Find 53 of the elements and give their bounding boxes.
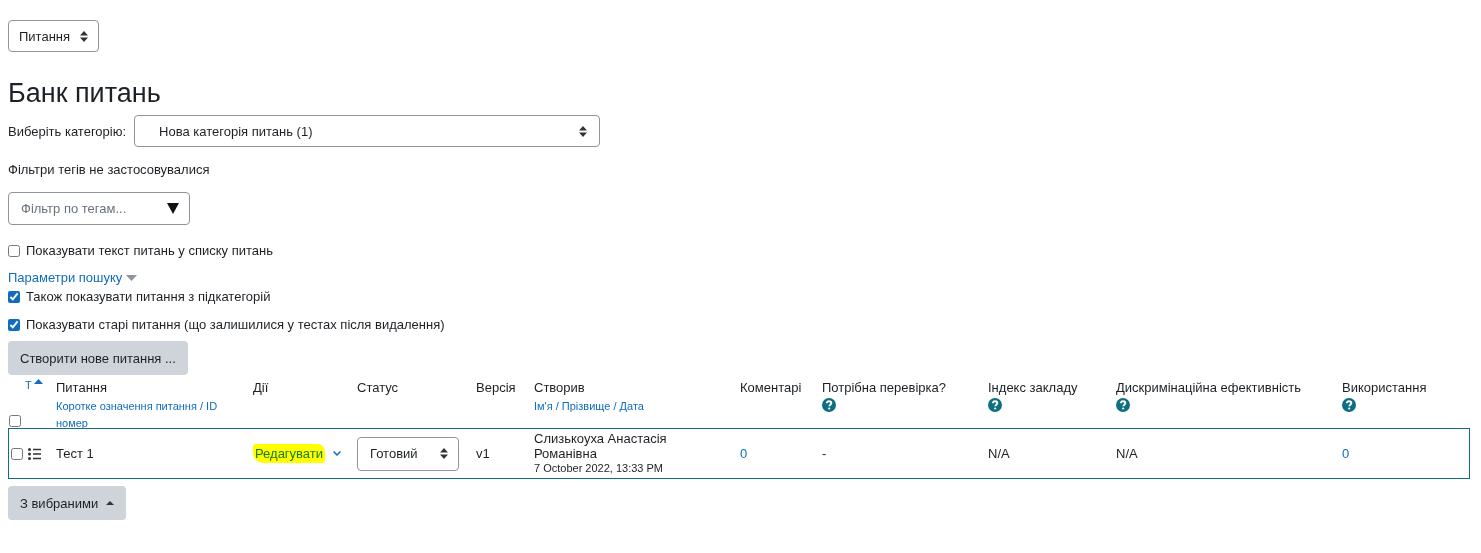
bulk-actions-button[interactable]: З вибраними	[8, 486, 127, 520]
checkbox[interactable]	[11, 447, 23, 460]
view-select[interactable]: Питання	[8, 20, 100, 52]
column-header: Створив	[534, 380, 585, 395]
column-header: Індекс закладу	[988, 380, 1078, 395]
checkbox[interactable]	[8, 290, 20, 303]
sort-link[interactable]: Коротке означення питання / ID номер	[56, 398, 247, 432]
list-icon	[28, 447, 41, 460]
help-icon[interactable]	[1342, 398, 1356, 412]
column-header: Статус	[357, 380, 399, 395]
tag-filter-field[interactable]: Фільтр по тегам...	[8, 192, 190, 225]
checkbox[interactable]	[9, 415, 21, 427]
column-header: Дії	[253, 380, 269, 395]
question-name: Тест 1	[56, 446, 95, 461]
sort-link[interactable]: Ім'я / Прізвище / Дата	[534, 398, 644, 415]
filter-note: Фільтри тегів не застосовувалися	[8, 162, 211, 177]
column-header: Коментарі	[740, 380, 802, 395]
sort-link[interactable]: T	[25, 379, 32, 391]
checkbox[interactable]	[8, 244, 20, 257]
help-icon[interactable]	[1116, 398, 1130, 412]
create-question-button[interactable]: Створити нове питання ...	[8, 341, 188, 375]
table-cell-text: v1	[476, 446, 491, 461]
status-select[interactable]: Готовий	[357, 436, 459, 471]
search-options-link[interactable]: Параметри пошуку	[8, 270, 123, 285]
comments-link[interactable]: 0	[740, 446, 822, 461]
column-header: Потрібна перевірка?	[822, 380, 946, 395]
created-date: 7 October 2022, 13:33 PM	[534, 461, 665, 476]
sort-ascending-icon	[33, 379, 43, 384]
field-label: Виберіть категорію:	[8, 123, 127, 139]
category-select[interactable]: Нова категорія питань (1)	[134, 115, 601, 147]
chevron-down-icon[interactable]	[333, 451, 342, 456]
checkbox-label: Показувати текст питань у списку питань	[26, 243, 273, 258]
sort-arrows-icon	[80, 30, 89, 42]
checkbox-label: Також показувати питання з підкатегорій	[26, 289, 271, 304]
help-icon[interactable]	[988, 398, 1002, 412]
usage-link[interactable]: 0	[1342, 446, 1470, 461]
table-cell-text: N/A	[988, 446, 1011, 461]
creator-name: Слизькоуха Анастасія Романівна	[534, 431, 668, 461]
table-cell-text: -	[822, 446, 828, 461]
edit-link[interactable]: Редагувати	[253, 444, 326, 463]
dropdown-arrow-icon	[167, 203, 179, 214]
checkbox[interactable]	[8, 318, 20, 331]
caret-up-icon	[106, 501, 115, 505]
column-header: Використання	[1342, 380, 1427, 395]
column-header: Версія	[476, 380, 516, 395]
page-heading: Банк питань	[8, 78, 162, 109]
table-cell-text: N/A	[1116, 446, 1139, 461]
checkbox-label: Показувати старі питання (що залишилися у тестах після видалення)	[26, 317, 445, 332]
sort-arrows-icon	[579, 125, 588, 137]
help-icon[interactable]	[822, 398, 836, 412]
column-header: Питання	[56, 380, 108, 395]
sort-arrows-icon	[440, 448, 448, 459]
column-header: Дискримінаційна ефективність	[1116, 380, 1301, 395]
